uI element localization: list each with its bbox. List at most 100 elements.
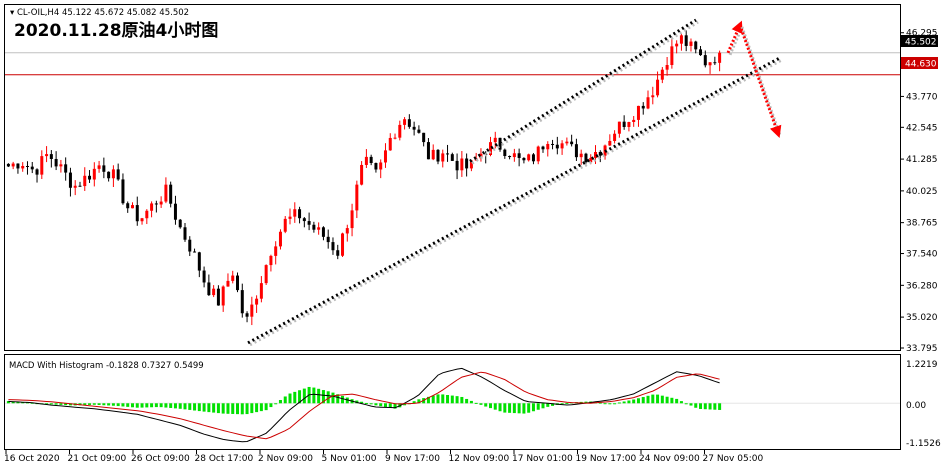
- candle-body: [278, 231, 282, 247]
- chart-canvas[interactable]: 46.29545.03043.77042.54541.28540.02538.7…: [0, 0, 945, 471]
- candle-body: [336, 250, 340, 256]
- candle-body: [660, 69, 664, 80]
- macd-histogram-bar: [169, 403, 173, 408]
- candle-body: [88, 175, 92, 180]
- macd-histogram-bar: [541, 403, 545, 409]
- candle-body: [102, 165, 106, 172]
- candle-body: [264, 265, 268, 284]
- candle-body: [679, 35, 683, 44]
- candle-body: [360, 164, 364, 185]
- high-value: 45.672: [94, 8, 124, 18]
- candle-body: [388, 137, 392, 151]
- candle-body: [546, 143, 550, 150]
- candle-body: [636, 105, 640, 120]
- macd-histogram-bar: [632, 399, 636, 404]
- candle-body: [298, 209, 302, 219]
- macd-histogram-bar: [679, 401, 683, 404]
- macd-histogram-bar: [116, 403, 120, 407]
- macd-histogram-bar: [493, 403, 497, 410]
- macd-histogram-bar: [178, 403, 182, 409]
- macd-histogram-bar: [684, 403, 688, 405]
- macd-histogram-bar: [111, 403, 115, 406]
- bid-price-badge: 45.502: [901, 35, 938, 48]
- macd-histogram-bar: [474, 402, 478, 404]
- macd-histogram-bar: [317, 388, 321, 404]
- macd-histogram-bar: [364, 402, 368, 404]
- time-tick-label: 28 Oct 17:00: [195, 454, 254, 464]
- macd-histogram-bar: [231, 403, 235, 414]
- macd-histogram-bar: [512, 403, 516, 414]
- candle-body: [536, 146, 540, 162]
- macd-histogram-value: -0.1828: [106, 361, 139, 371]
- candle-body: [126, 203, 130, 209]
- candle-body: [207, 282, 211, 296]
- time-tick-label: 26 Oct 09:00: [131, 454, 190, 464]
- candle-body: [49, 154, 53, 159]
- candle-body: [216, 288, 220, 306]
- candle-body: [283, 218, 287, 232]
- candle-body: [431, 149, 435, 160]
- candle-body: [417, 129, 421, 133]
- macd-histogram-bar: [331, 392, 335, 404]
- candle-body: [11, 163, 15, 167]
- macd-histogram-bar: [97, 403, 101, 405]
- time-tick-label: 9 Nov 17:00: [385, 454, 440, 464]
- macd-histogram-bar: [283, 396, 287, 404]
- candle-body: [579, 153, 583, 158]
- candle-body: [293, 209, 297, 217]
- macd-histogram-bar: [121, 403, 125, 407]
- macd-histogram-bar: [703, 403, 707, 410]
- time-tick-label: 2 Nov 09:00: [258, 454, 313, 464]
- candle-body: [641, 105, 645, 109]
- macd-axis-bottom: -1.1526: [906, 439, 941, 449]
- macd-histogram-bar: [264, 403, 268, 411]
- macd-histogram-bar: [498, 403, 502, 412]
- candle-body: [78, 185, 82, 187]
- candle-body: [250, 304, 254, 317]
- candle-body: [703, 55, 707, 66]
- macd-histogram-bar: [646, 395, 650, 404]
- candle-body: [341, 233, 345, 256]
- candle-body: [403, 119, 407, 125]
- candle-body: [512, 153, 516, 158]
- candle-body: [670, 46, 674, 65]
- macd-info: MACD With Histogram -0.1828 0.7327 0.549…: [9, 361, 204, 371]
- candle-body: [412, 126, 416, 130]
- candle-body: [450, 154, 454, 161]
- macd-histogram-bar: [460, 396, 464, 404]
- candle-body: [83, 175, 87, 187]
- macd-histogram-bar: [288, 393, 292, 404]
- candle-body: [613, 133, 617, 141]
- macd-histogram-bar: [441, 394, 445, 404]
- candle-body: [150, 203, 154, 211]
- candle-body: [16, 163, 20, 169]
- candle-body: [446, 153, 450, 155]
- macd-histogram-bar: [135, 403, 139, 408]
- macd-histogram-bar: [660, 395, 664, 404]
- macd-histogram-bar: [193, 403, 197, 411]
- candle-body: [135, 205, 139, 222]
- macd-histogram-bar: [608, 403, 612, 405]
- candle-body: [317, 227, 321, 230]
- candle-body: [130, 205, 134, 209]
- mt4-chart-window[interactable]: 46.29545.03043.77042.54541.28540.02538.7…: [0, 0, 945, 471]
- candle-body: [302, 218, 306, 222]
- symbol-arrow-icon: ▾: [10, 8, 17, 18]
- candle-body: [632, 119, 636, 122]
- candle-body: [608, 140, 612, 146]
- candle-body: [21, 165, 25, 169]
- candle-body: [379, 162, 383, 170]
- candle-body: [436, 149, 440, 162]
- macd-histogram-bar: [603, 403, 607, 405]
- macd-histogram-bar: [374, 403, 378, 406]
- macd-histogram-bar: [656, 394, 660, 404]
- price-tick-label: 40.025: [906, 187, 938, 197]
- candle-body: [345, 228, 349, 234]
- candle-body: [555, 144, 559, 149]
- macd-histogram-bar: [665, 396, 669, 404]
- macd-histogram-bar: [102, 403, 106, 406]
- candle-body: [154, 203, 158, 205]
- candle-body: [383, 150, 387, 163]
- price-tick-label: 43.770: [906, 92, 938, 102]
- macd-histogram-bar: [536, 403, 540, 410]
